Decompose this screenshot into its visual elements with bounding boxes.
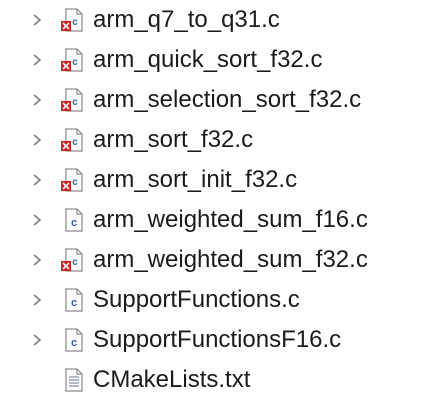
svg-text:c: c	[71, 217, 77, 229]
tree-item-label: CMakeLists.txt	[93, 366, 251, 393]
tree-item-label: arm_quick_sort_f32.c	[93, 46, 323, 73]
tree-item[interactable]: c arm_selection_sort_f32.c	[0, 80, 441, 120]
tree-item[interactable]: CMakeLists.txt	[0, 360, 441, 400]
text-file-icon	[65, 368, 83, 392]
tree-item-label: arm_weighted_sum_f32.c	[93, 246, 368, 273]
chevron-right-icon[interactable]	[30, 52, 44, 68]
chevron-right-icon[interactable]	[30, 172, 44, 188]
svg-text:c: c	[71, 297, 77, 309]
tree-item-label: SupportFunctionsF16.c	[93, 326, 342, 353]
tree-item[interactable]: c arm_quick_sort_f32.c	[0, 40, 441, 80]
tree-item[interactable]: c arm_weighted_sum_f16.c	[0, 200, 441, 240]
chevron-right-icon[interactable]	[30, 332, 44, 348]
tree-item-label: arm_selection_sort_f32.c	[93, 86, 362, 113]
tree-item-label: arm_q7_to_q31.c	[93, 6, 280, 33]
tree-item[interactable]: c SupportFunctions.c	[0, 280, 441, 320]
tree-item[interactable]: c arm_sort_f32.c	[0, 120, 441, 160]
c-source-file-error-icon: c	[61, 168, 83, 192]
svg-text:c: c	[72, 137, 78, 148]
tree-item-label: SupportFunctions.c	[93, 286, 300, 313]
c-source-file-error-icon: c	[61, 8, 83, 32]
chevron-right-icon[interactable]	[30, 292, 44, 308]
svg-text:c: c	[72, 257, 78, 268]
tree-item-label: arm_weighted_sum_f16.c	[93, 206, 368, 233]
project-explorer-tree: c arm_q7_to_q31.c c arm_quick_sort_f32.c…	[0, 0, 441, 401]
tree-item[interactable]: c arm_weighted_sum_f32.c	[0, 240, 441, 280]
c-source-file-icon: c	[65, 208, 83, 232]
tree-item-label: arm_sort_f32.c	[93, 126, 254, 153]
svg-text:c: c	[72, 97, 78, 108]
svg-text:c: c	[72, 177, 78, 188]
chevron-right-icon[interactable]	[30, 92, 44, 108]
c-source-file-error-icon: c	[61, 248, 83, 272]
chevron-right-icon[interactable]	[30, 252, 44, 268]
c-source-file-icon: c	[65, 328, 83, 352]
svg-text:c: c	[71, 337, 77, 349]
chevron-right-icon[interactable]	[30, 132, 44, 148]
c-source-file-error-icon: c	[61, 128, 83, 152]
chevron-right-icon[interactable]	[30, 212, 44, 228]
tree-item[interactable]: c arm_sort_init_f32.c	[0, 160, 441, 200]
svg-text:c: c	[72, 17, 78, 28]
c-source-file-icon: c	[65, 288, 83, 312]
tree-item[interactable]: c SupportFunctionsF16.c	[0, 320, 441, 360]
tree-item-label: arm_sort_init_f32.c	[93, 166, 298, 193]
chevron-right-icon[interactable]	[30, 12, 44, 28]
svg-text:c: c	[72, 57, 78, 68]
c-source-file-error-icon: c	[61, 88, 83, 112]
c-source-file-error-icon: c	[61, 48, 83, 72]
tree-item[interactable]: c arm_q7_to_q31.c	[0, 0, 441, 40]
